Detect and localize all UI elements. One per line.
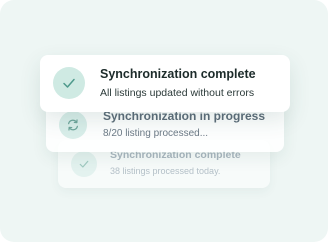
sync-icon <box>68 119 78 131</box>
notification-title: Synchronization complete <box>100 67 256 81</box>
check-icon <box>63 78 75 88</box>
notification-subtitle: All listings updated without errors <box>100 87 255 99</box>
notification-subtitle: 8/20 listing processed... <box>103 128 209 139</box>
notification-card-complete[interactable]: Synchronization complete All listings up… <box>40 55 290 112</box>
check-icon-badge <box>53 67 85 99</box>
check-icon-badge <box>71 151 97 177</box>
sync-icon-badge <box>59 111 87 139</box>
notification-stack-panel: Synchronization complete 38 listings pro… <box>0 0 328 242</box>
notification-subtitle: 38 listings processed today. <box>110 166 221 176</box>
check-icon <box>79 160 89 168</box>
